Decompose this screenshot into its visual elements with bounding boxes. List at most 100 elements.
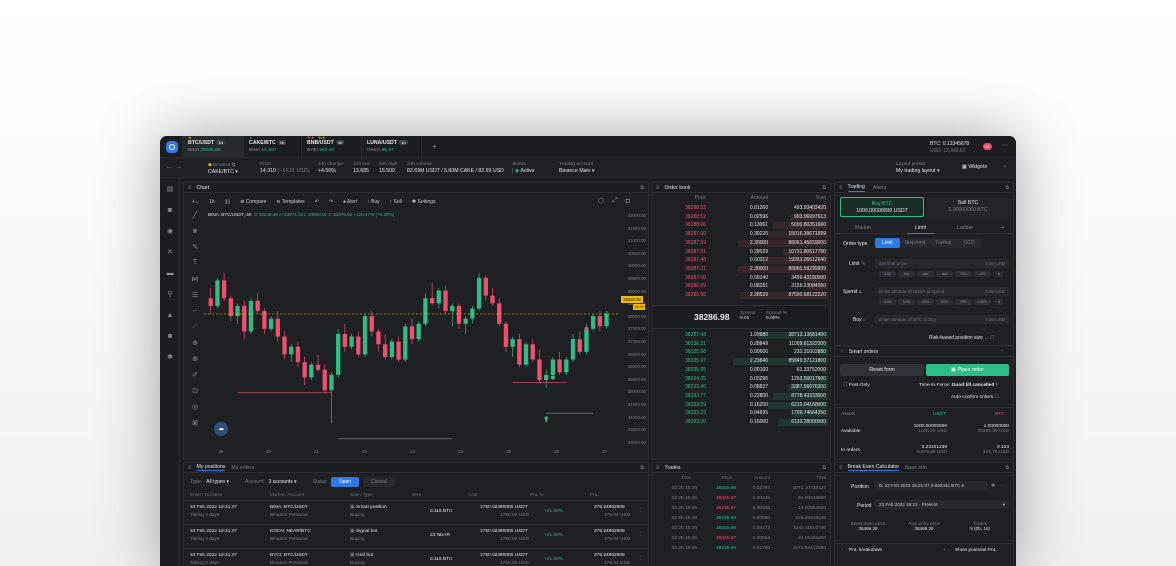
status-closed-button[interactable]: Closed xyxy=(363,477,395,487)
zoom-icon[interactable]: ⊕ xyxy=(188,339,202,355)
popout-icon[interactable]: ⧉ xyxy=(640,465,644,471)
quick-pill[interactable]: bid xyxy=(898,271,915,277)
limit-price-input[interactable]: Set limit price 0.00 USD xyxy=(875,259,1009,268)
tab-luna-usdt[interactable]: LUNA/USDT 1h OKEX 65.97 xyxy=(362,136,422,158)
buy-side-button[interactable]: Buy BTC 1000.00000000 USDT xyxy=(840,197,924,217)
magnet-icon[interactable]: ⋒ xyxy=(188,355,202,371)
auto-confirm-toggle[interactable]: Auto-confirm orders ☐ xyxy=(951,395,999,400)
chat-icon[interactable]: ◙ xyxy=(166,207,174,215)
quick-pill[interactable]: 100% xyxy=(974,299,991,305)
more-icon[interactable]: ⋮ xyxy=(638,508,643,513)
menu-icon[interactable]: ≡ xyxy=(188,465,192,471)
quick-pill[interactable]: 75% xyxy=(955,299,972,305)
tif-selector[interactable]: Time-In-Force: Good till cancelled ▾ xyxy=(919,383,998,388)
pnl-breakdown-row[interactable]: › PnL breakdown + Show potential PnL xyxy=(835,543,1013,555)
pattern-icon[interactable]: ⋈ xyxy=(188,275,202,291)
menu-icon[interactable]: ≡ xyxy=(656,465,660,471)
arrow-icon[interactable]: ← xyxy=(188,307,202,323)
back-arrow-icon[interactable]: ← xyxy=(166,164,172,170)
tab-alerts[interactable]: Alerts xyxy=(873,185,886,191)
crosshair-icon[interactable]: +⌄ xyxy=(192,199,199,205)
folder-icon[interactable]: ▬ xyxy=(166,270,174,278)
position-row[interactable]: 23 Feb 2022 19:21:37 Taking 2 days KOCN: N… xyxy=(184,524,648,548)
menu-dots-icon[interactable]: ⋯ xyxy=(1002,142,1008,149)
quick-pill[interactable]: ask xyxy=(917,271,934,277)
compare-button[interactable]: ⊕ Compare xyxy=(240,199,266,205)
spend-input[interactable]: Enter amount of USDT to spend 0.00 USD xyxy=(875,287,1009,296)
chevron-down-icon[interactable]: ▾ xyxy=(995,299,1003,305)
popout-icon[interactable]: ⧉ xyxy=(1005,185,1009,191)
settings-button[interactable]: ✱ Settings xyxy=(412,199,436,205)
bid-row[interactable]: 38335.97 2.23840 85849.57121800 xyxy=(652,357,828,366)
ask-row[interactable]: 38287.51 0.28029 10731.80617790 xyxy=(652,248,828,257)
tab-btc-usdt[interactable]: ★ BTC/USDT 1h BINA 38286.98 xyxy=(182,136,244,158)
bid-row[interactable]: 38333.59 0.16200 6210.04168000 xyxy=(652,401,828,410)
trash-icon[interactable]: ⊠ xyxy=(188,419,202,435)
ask-row[interactable]: 38287.21 2.30000 88060.58299999 xyxy=(652,265,828,274)
price-chart[interactable] xyxy=(204,219,620,449)
account-filter-select[interactable]: 3 accounts ▾ xyxy=(269,479,297,485)
bid-row[interactable]: 38336.21 0.28849 11059.61322200 xyxy=(652,340,828,349)
cube-icon[interactable]: ⬡ xyxy=(598,197,604,205)
users-icon[interactable]: ☻ xyxy=(166,333,174,341)
more-icon[interactable]: ⋮ xyxy=(638,556,643,561)
position-select[interactable]: B: 23 Feb 2022 19:21:37 0.092341 BTC ▾ xyxy=(875,481,987,490)
settings-icon[interactable]: ✱ xyxy=(166,354,174,362)
sell-side-button[interactable]: Sell BTC 1.00000000 BTC xyxy=(927,197,1009,217)
education-icon[interactable]: ▲ xyxy=(166,312,174,320)
position-row[interactable]: 23 Feb 2022 19:21:37 Taking 2 days BYCI: B… xyxy=(184,548,648,566)
status-open-button[interactable]: Open xyxy=(330,477,360,487)
bid-row[interactable]: 38333.77 0.22800 8778.43333000 xyxy=(652,392,828,401)
bid-row[interactable]: 38333.23 0.04695 1799.74664350 xyxy=(652,409,828,418)
post-only-toggle[interactable]: ☐ Post-Only xyxy=(843,383,870,388)
reset-form-button[interactable]: Reset form xyxy=(840,364,924,376)
order-type-trailing[interactable]: Trailing xyxy=(930,238,956,248)
position-row[interactable]: 23 Feb 2022 19:21:37 Taking 2 days BINA: B… xyxy=(184,500,648,524)
tab-limit[interactable]: Limit xyxy=(907,225,934,234)
alert-button[interactable]: ♠ Alert xyxy=(343,199,357,205)
bid-row[interactable]: 38334.35 0.03296 1263.50017600 xyxy=(652,375,828,384)
popout-icon[interactable]: ⧉ xyxy=(822,465,826,471)
ask-row[interactable]: 38287.00 0.09140 3499.43180000 xyxy=(652,274,828,283)
brush-icon[interactable]: ✎ xyxy=(188,243,202,259)
quick-pill[interactable]: 0.00 xyxy=(879,299,896,305)
add-tab-button[interactable]: + xyxy=(432,142,437,151)
interval-button[interactable]: 1h xyxy=(209,199,215,205)
more-icon[interactable]: ⋮ xyxy=(638,532,643,537)
text-icon[interactable]: T xyxy=(188,259,202,275)
bid-row[interactable]: 38335.98 0.00606 232.31603880 xyxy=(652,348,828,357)
ask-row[interactable]: 38288.06 0.13061 5000.80351660 xyxy=(652,221,828,230)
ask-row[interactable]: 38287.59 2.30000 88061.45659000 xyxy=(652,239,828,248)
order-type-limit[interactable]: Limit xyxy=(875,238,900,248)
trendline-icon[interactable]: ╱ xyxy=(188,211,202,227)
undo-icon[interactable]: ↶ xyxy=(315,199,319,205)
tools-icon[interactable]: ✕ xyxy=(166,249,174,257)
bid-row[interactable]: 38333.00 0.16000 6133.28000000 xyxy=(652,418,828,427)
account-balance[interactable]: BTC: 0.12345678 USD: 12,345.67 xyxy=(930,141,969,154)
tab-cake-btc[interactable]: ★ CAKE/BTC 1h BINA 14.310 xyxy=(244,136,302,158)
quick-pill[interactable]: -5% xyxy=(974,271,991,277)
ruler-icon[interactable]: ⟋ xyxy=(188,323,202,339)
tab-bnb-usdt[interactable]: ★★ ★★ BNB/USDT 4h BYBI 382.15 xyxy=(302,136,362,158)
exit-icon[interactable]: ⇥ xyxy=(1000,225,1004,231)
bid-row[interactable]: 38333.40 0.08837 3387.56676300 xyxy=(652,383,828,392)
quick-pill[interactable]: 50% xyxy=(936,299,953,305)
lock-icon[interactable]: ⊡ xyxy=(188,387,202,403)
ask-row[interactable]: 38286.99 0.08281 3155.23084560 xyxy=(652,282,828,291)
app-logo[interactable] xyxy=(166,141,178,153)
quick-pill[interactable]: last xyxy=(936,271,953,277)
order-type-oco[interactable]: OCO xyxy=(956,238,981,248)
menu-icon[interactable]: ≡ xyxy=(188,185,192,191)
templates-button[interactable]: ≋ Templates xyxy=(276,199,304,205)
place-order-button[interactable]: ▣ Place order xyxy=(926,364,1009,376)
ask-row[interactable]: 38288.52 0.01260 493.93403420 xyxy=(652,204,828,213)
menu-icon[interactable]: ≡ xyxy=(656,185,660,191)
gann-icon[interactable]: ⋇ xyxy=(188,227,202,243)
compass-icon[interactable]: ◉ xyxy=(166,228,174,236)
smart-orders-row[interactable]: › Smart orders − xyxy=(835,345,1013,357)
menu-icon[interactable]: ≡ xyxy=(839,465,843,471)
chevron-right-icon[interactable]: › xyxy=(1004,164,1006,170)
account-selector[interactable]: Trading account Binance Main ▾ xyxy=(559,162,595,174)
order-type-stop-limit[interactable]: Stop limit xyxy=(900,238,931,248)
quick-pill[interactable]: 10% xyxy=(898,299,915,305)
